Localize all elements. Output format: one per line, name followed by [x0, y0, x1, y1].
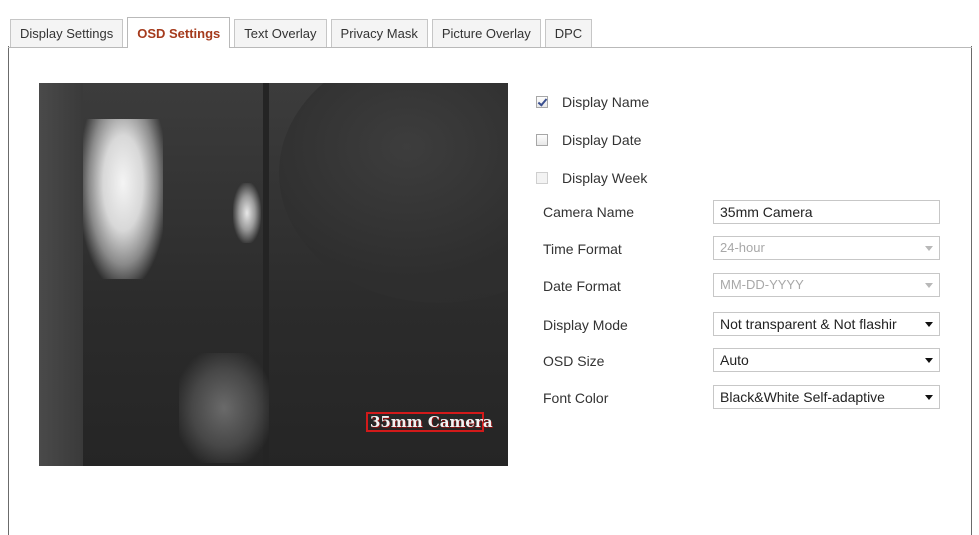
- chevron-down-icon: [925, 283, 933, 288]
- display-date-checkbox[interactable]: [536, 134, 548, 146]
- chevron-down-icon: [925, 358, 933, 363]
- display-name-label: Display Name: [562, 94, 650, 110]
- content-border-left: [8, 46, 9, 535]
- camera-preview: 35mm Camera: [39, 83, 508, 466]
- display-date-label: Display Date: [562, 132, 642, 148]
- display-mode-value: Not transparent & Not flashir: [720, 316, 897, 332]
- date-format-label: Date Format: [543, 278, 621, 294]
- settings-tab-bar: Display Settings OSD Settings Text Overl…: [8, 17, 972, 48]
- time-format-select[interactable]: 24-hour: [713, 236, 940, 260]
- font-color-select[interactable]: Black&White Self-adaptive: [713, 385, 940, 409]
- chevron-down-icon: [925, 322, 933, 327]
- osd-size-value: Auto: [720, 352, 749, 368]
- chevron-down-icon: [925, 395, 933, 400]
- display-mode-label: Display Mode: [543, 317, 628, 333]
- time-format-label: Time Format: [543, 241, 622, 257]
- display-mode-select[interactable]: Not transparent & Not flashir: [713, 312, 940, 336]
- time-format-value: 24-hour: [720, 240, 765, 255]
- font-color-label: Font Color: [543, 390, 609, 406]
- content-border-right: [971, 46, 972, 535]
- tab-text-overlay[interactable]: Text Overlay: [234, 19, 327, 47]
- camera-name-input[interactable]: 35mm Camera: [713, 200, 940, 224]
- preview-left-wall: [39, 83, 83, 466]
- display-name-row[interactable]: Display Name: [536, 92, 649, 112]
- date-format-value: MM-DD-YYYY: [720, 277, 804, 292]
- display-name-checkbox[interactable]: [536, 96, 548, 108]
- osd-settings-page: Display Settings OSD Settings Text Overl…: [0, 0, 979, 535]
- preview-floor-highlight: [179, 353, 269, 463]
- tab-privacy-mask[interactable]: Privacy Mask: [330, 19, 428, 47]
- chevron-down-icon: [925, 246, 933, 251]
- preview-bright-window: [83, 119, 163, 279]
- camera-name-value: 35mm Camera: [720, 204, 813, 220]
- tab-osd-settings[interactable]: OSD Settings: [127, 17, 231, 48]
- font-color-value: Black&White Self-adaptive: [720, 389, 885, 405]
- date-format-select[interactable]: MM-DD-YYYY: [713, 273, 940, 297]
- display-week-row[interactable]: Display Week: [536, 168, 647, 188]
- preview-light-spot: [233, 183, 261, 243]
- osd-size-label: OSD Size: [543, 353, 605, 369]
- camera-name-label: Camera Name: [543, 204, 635, 220]
- display-date-row[interactable]: Display Date: [536, 130, 641, 150]
- osd-camera-name-overlay[interactable]: 35mm Camera: [366, 412, 493, 432]
- tab-display-settings[interactable]: Display Settings: [10, 19, 124, 47]
- display-week-checkbox[interactable]: [536, 172, 548, 184]
- display-week-label: Display Week: [562, 170, 648, 186]
- tab-picture-overlay[interactable]: Picture Overlay: [431, 19, 541, 47]
- osd-size-select[interactable]: Auto: [713, 348, 940, 372]
- tab-dpc[interactable]: DPC: [544, 19, 593, 47]
